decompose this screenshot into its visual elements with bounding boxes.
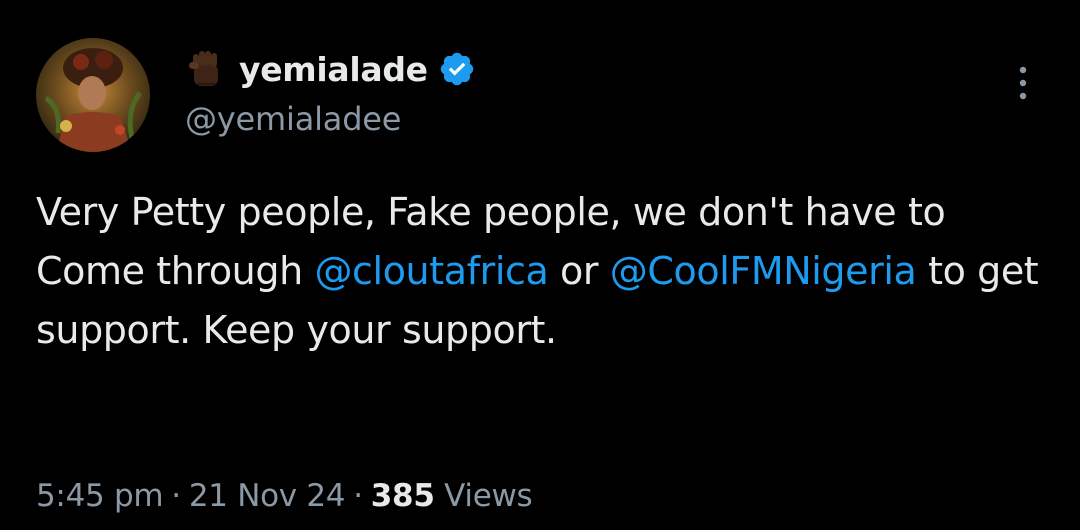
tweet-time[interactable]: 5:45 pm (36, 478, 164, 514)
display-name[interactable]: yemialade (239, 50, 428, 89)
mention-link-coolfmnigeria[interactable]: @CoolFMNigeria (610, 249, 917, 293)
tweet-header: yemialade @yemialadee (185, 44, 476, 138)
meta-separator: · (171, 478, 181, 514)
avatar-image (36, 38, 150, 152)
avatar[interactable] (36, 38, 150, 152)
user-handle[interactable]: @yemialadee (185, 100, 476, 138)
views-label: Views (444, 478, 533, 514)
tweet-meta: 5:45 pm · 21 Nov 24 · 385 Views (36, 478, 533, 514)
name-row: yemialade (185, 44, 476, 94)
more-vertical-icon[interactable] (1010, 62, 1036, 108)
tweet-card: yemialade @yemialadee Very Petty people,… (0, 0, 1080, 530)
views-count: 385 (370, 478, 435, 514)
verified-badge-icon[interactable] (438, 50, 476, 88)
tweet-date[interactable]: 21 Nov 24 (189, 478, 346, 514)
mention-link-cloutafrica[interactable]: @cloutafrica (314, 249, 548, 293)
tweet-text: Very Petty people, Fake people, we don't… (36, 183, 1056, 360)
tweet-text-segment: or (548, 249, 610, 293)
meta-separator: · (353, 478, 363, 514)
raised-fist-icon (185, 48, 225, 90)
